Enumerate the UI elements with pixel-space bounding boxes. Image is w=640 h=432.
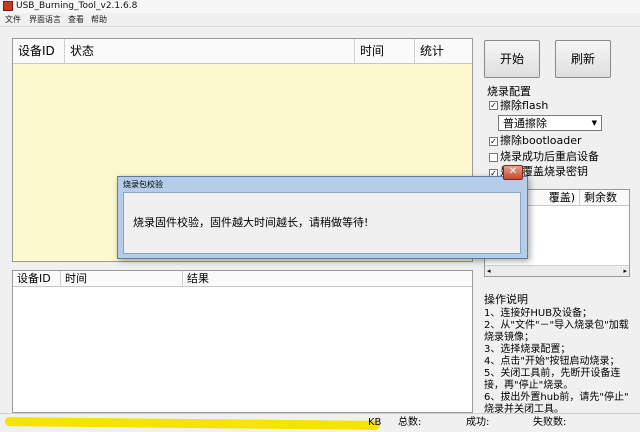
col-status[interactable]: 状态 (65, 39, 355, 64)
scroll-right-icon[interactable]: ▸ (623, 266, 627, 276)
instruction-line: 5、关闭工具前，先断开设备连 (484, 368, 621, 379)
erase-flash-checkbox[interactable]: ✓ (489, 101, 498, 110)
col-result-device-id[interactable]: 设备ID (13, 271, 61, 287)
menu-file[interactable]: 文件 (5, 13, 21, 26)
close-icon: ✕ (508, 166, 518, 177)
col-result[interactable]: 结果 (183, 271, 472, 287)
menu-language[interactable]: 界面语言 (29, 13, 61, 26)
instruction-line: 1、连接好HUB及设备； (484, 308, 593, 319)
title-bar: USB_Burning_Tool_v2.1.6.8 (0, 0, 640, 13)
app-icon (3, 1, 13, 11)
dialog-title: 烧录包校验 (123, 180, 163, 189)
horizontal-scrollbar[interactable]: ◂ ▸ (485, 265, 629, 276)
col-stats[interactable]: 统计 (415, 39, 472, 64)
menu-bar: 文件 界面语言 查看 帮助 (0, 13, 640, 27)
instructions-title: 操作说明 (484, 293, 528, 306)
instruction-line: 4、点击"开始"按钮启动烧录； (484, 356, 620, 367)
status-total: 总数: (398, 417, 422, 428)
col-time[interactable]: 时间 (355, 39, 415, 64)
erase-flash-label: 擦除flash (500, 99, 549, 112)
instruction-line: 2、从"文件"－"导入烧录包"加载 (484, 320, 629, 331)
dialog-body: 烧录固件校验，固件越大时间越长，请稍做等待! (123, 192, 521, 254)
status-size-unit: KB (368, 417, 382, 428)
result-table[interactable]: 设备ID 时间 结果 (12, 270, 473, 413)
instruction-line: 烧录镜像； (484, 332, 534, 343)
scroll-left-icon[interactable]: ◂ (487, 266, 491, 276)
window-title: USB_Burning_Tool_v2.1.6.8 (16, 1, 138, 11)
dialog-message: 烧录固件校验，固件越大时间越长，请稍做等待! (133, 216, 369, 229)
highlight-mark (4, 417, 381, 430)
erase-bootloader-label: 擦除bootloader (500, 134, 582, 147)
status-success: 成功: (466, 417, 490, 428)
col-remaining[interactable]: 剩余数 (580, 190, 629, 206)
progress-dialog: 烧录包校验 烧录固件校验，固件越大时间越长，请稍做等待! (117, 176, 528, 259)
config-title: 烧录配置 (487, 85, 531, 98)
col-device-id[interactable]: 设备ID (13, 39, 65, 64)
start-button[interactable]: 开始 (484, 40, 540, 78)
instruction-line: 3、选择烧录配置； (484, 344, 571, 355)
instruction-line: 6、拔出外置hub前，请先"停止" (484, 392, 629, 403)
erase-bootloader-checkbox[interactable]: ✓ (489, 137, 498, 146)
status-bar: KB 总数: 成功: 失败数: (0, 413, 640, 432)
chevron-down-icon: ▼ (591, 119, 597, 127)
menu-view[interactable]: 查看 (68, 13, 84, 26)
instructions: 操作说明 1、连接好HUB及设备； 2、从"文件"－"导入烧录包"加载 烧录镜像… (484, 293, 630, 416)
menu-help[interactable]: 帮助 (91, 13, 107, 26)
refresh-button[interactable]: 刷新 (555, 40, 611, 78)
status-fail: 失败数: (533, 417, 567, 428)
col-result-time[interactable]: 时间 (61, 271, 183, 287)
dialog-close-button[interactable]: ✕ (503, 165, 523, 180)
erase-mode-select[interactable]: 普通擦除 ▼ (498, 115, 602, 131)
instruction-line: 接，再"停止"烧录。 (484, 380, 574, 391)
reboot-after-checkbox[interactable] (489, 153, 498, 162)
erase-mode-value: 普通擦除 (503, 117, 547, 130)
reboot-after-label: 烧录成功后重启设备 (500, 150, 599, 163)
